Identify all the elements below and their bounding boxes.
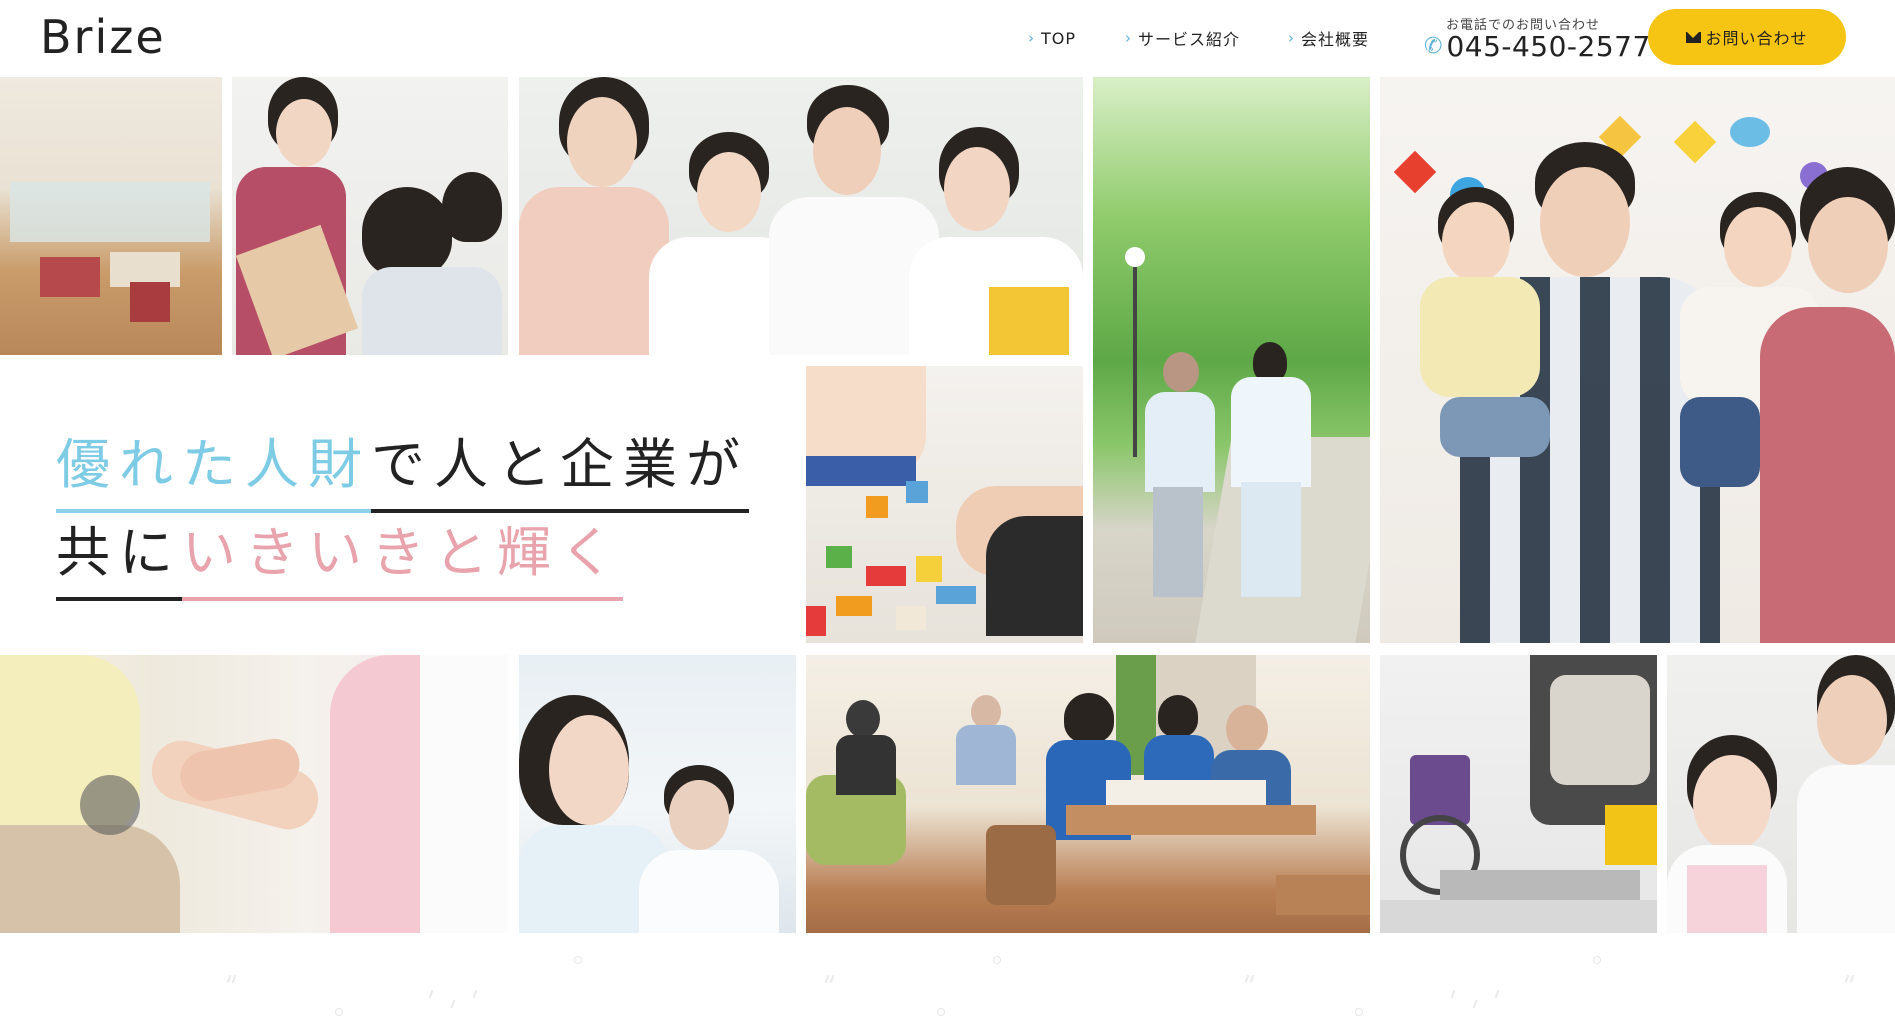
headline-line-1: 優れた人財で人と企業が (56, 420, 749, 513)
mail-icon (1686, 31, 1702, 43)
nav-item-label: TOP (1041, 28, 1077, 48)
headline-highlight-pink: いきいきと輝く (182, 508, 623, 601)
photo-care-facility (806, 655, 1370, 933)
photo-building-blocks (806, 366, 1083, 643)
headline-highlight-blue: 優れた人財 (56, 420, 371, 513)
photo-nurse-doctor (519, 655, 796, 933)
photo-staff-smiling (1667, 655, 1895, 933)
chevron-right-icon: › (1288, 29, 1295, 47)
nav-item-top[interactable]: › TOP (1028, 26, 1076, 50)
phone-icon: ✆ (1424, 34, 1443, 59)
nav-item-company[interactable]: › 会社概要 (1288, 26, 1369, 50)
hero-headline: 優れた人財で人と企業が 共にいきいきと輝く (56, 420, 749, 601)
photo-caregiver-children (232, 77, 508, 355)
headline-line-2: 共にいきいきと輝く (56, 508, 749, 601)
site-logo[interactable]: Brize (40, 10, 166, 64)
photo-family (1380, 77, 1895, 643)
nav-item-services[interactable]: › サービス紹介 (1125, 26, 1240, 50)
chevron-right-icon: › (1028, 29, 1035, 47)
photo-walking-path (1093, 77, 1370, 643)
phone-number: 045-450-2577 (1446, 30, 1651, 63)
nav-item-label: 会社概要 (1301, 30, 1370, 49)
chevron-right-icon: › (1125, 29, 1132, 47)
contact-button[interactable]: お問い合わせ (1648, 9, 1846, 65)
photo-dining-room (0, 77, 222, 355)
nav-item-label: サービス紹介 (1138, 30, 1241, 49)
photo-holding-hands (0, 655, 508, 933)
site-header: Brize › TOP › サービス紹介 › 会社概要 お電話でのお問い合わせ … (0, 0, 1895, 76)
headline-text: 共に (56, 508, 182, 601)
headline-text: で人と企業が (371, 420, 749, 513)
photo-medical-team (519, 77, 1083, 355)
phone-link[interactable]: ✆ 045-450-2577 (1424, 30, 1651, 63)
photo-wheelchair-vehicle (1380, 655, 1657, 933)
contact-button-label: お問い合わせ (1705, 29, 1808, 48)
